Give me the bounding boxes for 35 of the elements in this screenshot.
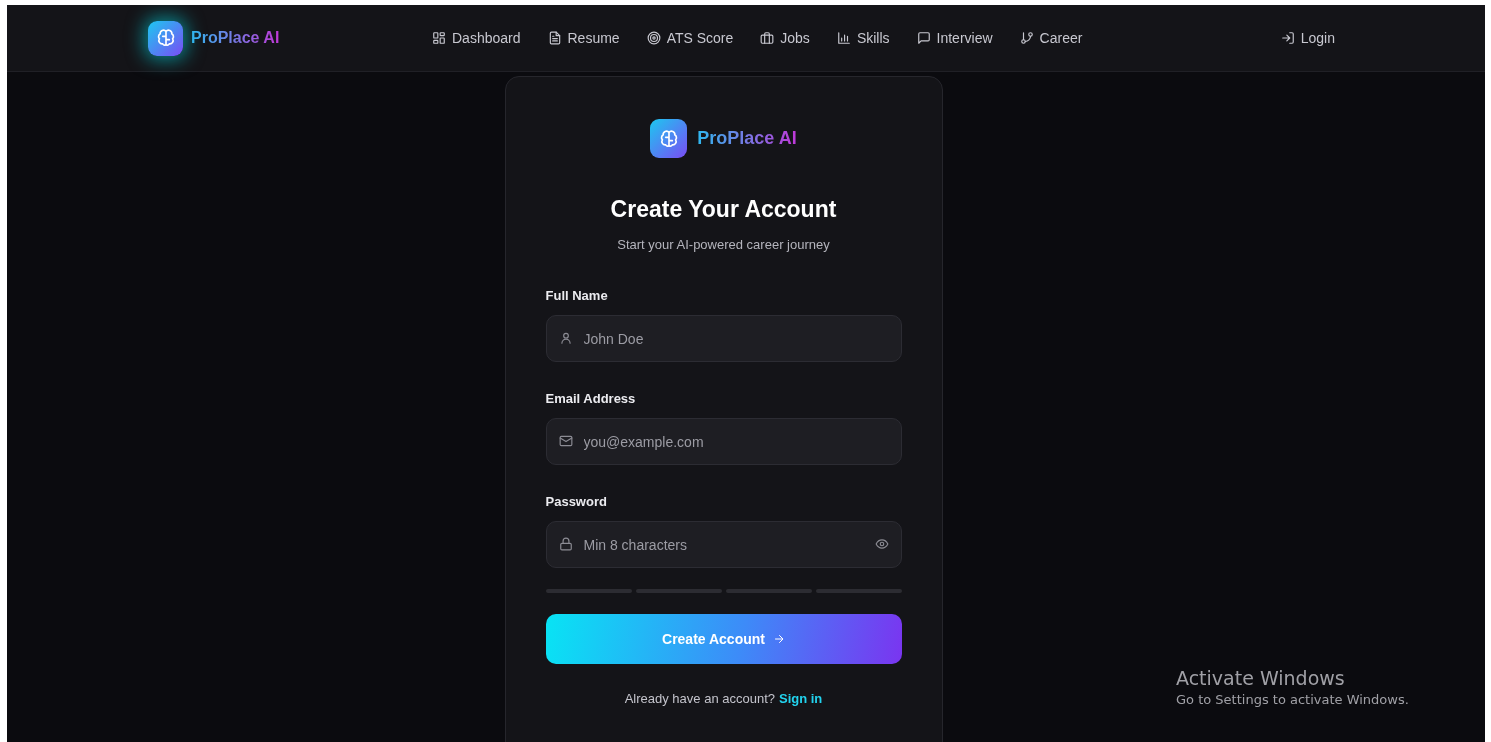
document-icon (547, 31, 562, 45)
user-icon (558, 331, 573, 345)
login-button[interactable]: Login (1280, 30, 1335, 46)
target-icon (646, 31, 661, 45)
logo-icon (650, 119, 688, 158)
form-title: Create Your Account (609, 196, 838, 223)
nav-link[interactable]: Dashboard (432, 30, 521, 46)
activation-message: Go to Settings to activate Windows. (1176, 692, 1409, 707)
activation-title: Activate Windows (1176, 667, 1346, 689)
input-field[interactable]: John Doe (545, 315, 902, 362)
nav-link[interactable]: Skills (836, 30, 890, 46)
lock-icon (558, 537, 573, 551)
sign-in-link[interactable]: Sign in (779, 691, 823, 706)
field-label: Full Name (545, 288, 609, 303)
field-label: Password (545, 494, 608, 509)
nav-link[interactable]: Resume (547, 30, 620, 46)
login-icon (1280, 31, 1295, 45)
bar-chart-icon (836, 31, 851, 45)
grid-icon (432, 31, 446, 45)
nav-link[interactable]: ATS Score (646, 30, 734, 46)
input-field[interactable]: Min 8 characters (545, 521, 902, 568)
mail-icon (558, 434, 573, 448)
branch-icon (1019, 31, 1034, 45)
form-subtitle: Start your AI-powered career journey (616, 237, 831, 252)
logo-icon[interactable] (148, 20, 183, 56)
footer-text: Already have an account? (624, 691, 775, 706)
eye-icon[interactable] (874, 537, 889, 551)
nav-link[interactable]: Jobs (760, 30, 810, 46)
chat-bubble-icon (916, 31, 931, 45)
input-field[interactable]: you@example.com (545, 418, 902, 465)
nav-link[interactable]: Interview (916, 30, 993, 46)
briefcase-icon (760, 31, 775, 45)
nav-link[interactable]: Career (1019, 30, 1083, 46)
field-label: Email Address (545, 391, 637, 406)
arrow-right-icon (772, 633, 785, 645)
